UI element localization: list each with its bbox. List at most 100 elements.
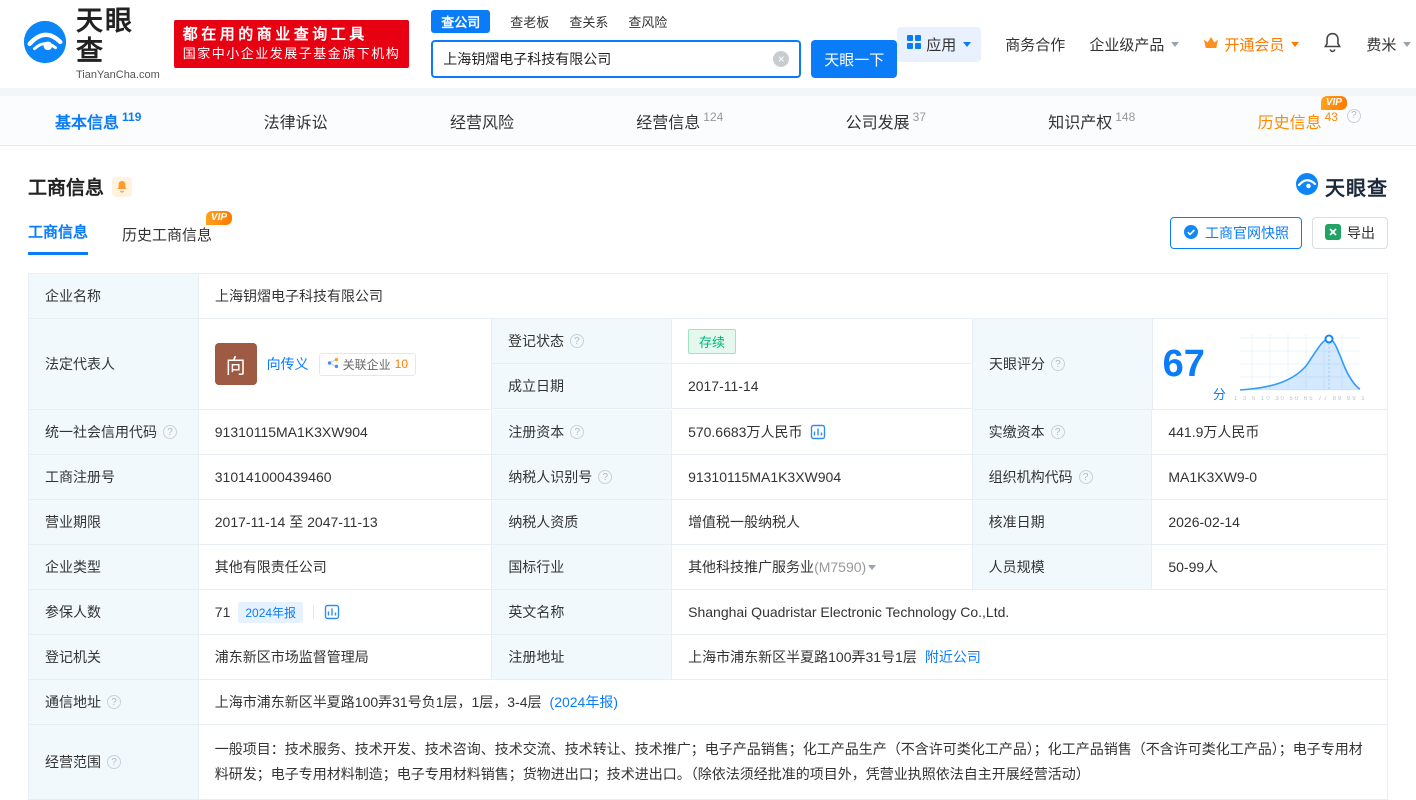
clear-search-icon[interactable] bbox=[773, 51, 789, 67]
help-icon[interactable] bbox=[570, 425, 584, 439]
tab-basic-info[interactable]: 基本信息 119 bbox=[55, 105, 141, 137]
company-name-label: 企业名称 bbox=[29, 274, 199, 319]
capital-trend-icon[interactable] bbox=[810, 424, 826, 440]
score-chart-ticks: 1 3 5 10 30 50 65 77 89 99 100 bbox=[1234, 396, 1366, 402]
reg-capital-label: 注册资本 bbox=[492, 410, 672, 455]
help-icon[interactable] bbox=[1051, 357, 1065, 371]
tab-intellectual-property[interactable]: 知识产权 148 bbox=[1048, 105, 1135, 137]
help-icon[interactable] bbox=[107, 755, 121, 769]
annual-report-badge[interactable]: 2024年报 bbox=[238, 602, 303, 623]
table-row: 工商注册号 310141000439460 纳税人识别号 91310115MA1… bbox=[29, 455, 1387, 500]
reg-capital-value: 570.6683万人民币 bbox=[672, 410, 973, 455]
reg-status-label: 登记状态 bbox=[492, 319, 672, 364]
legal-rep-label: 法定代表人 bbox=[29, 319, 199, 410]
org-code-value: MA1K3XW9-0 bbox=[1152, 455, 1387, 500]
chevron-down-icon[interactable] bbox=[868, 565, 876, 570]
search-box[interactable] bbox=[431, 40, 801, 78]
table-row: 参保人数 71 2024年报 英文名称 Shanghai Quadristar … bbox=[29, 590, 1387, 635]
industry-value: 其他科技推广服务业 (M7590) bbox=[672, 545, 973, 590]
english-name-value: Shanghai Quadristar Electronic Technolog… bbox=[672, 590, 1387, 635]
chevron-down-icon bbox=[1291, 42, 1299, 47]
business-scope-value: 一般项目：技术服务、技术开发、技术咨询、技术交流、技术转让、技术推广；电子产品销… bbox=[199, 725, 1387, 800]
chevron-down-icon bbox=[963, 42, 971, 47]
notification-bell[interactable] bbox=[1323, 32, 1342, 57]
top-header: 天眼查 TianYanCha.com 都在用的商业查询工具 国家中小企业发展子基… bbox=[0, 0, 1416, 88]
establish-date-label: 成立日期 bbox=[492, 364, 672, 409]
insured-count-value: 71 2024年报 bbox=[199, 590, 493, 635]
page-divider bbox=[0, 88, 1416, 96]
search-tab-relation[interactable]: 查关系 bbox=[569, 10, 608, 33]
uscc-label: 统一社会信用代码 bbox=[29, 410, 199, 455]
business-term-label: 营业期限 bbox=[29, 500, 199, 545]
vip-badge: VIP bbox=[1321, 96, 1347, 110]
search-button[interactable]: 天眼一下 bbox=[811, 40, 897, 78]
legal-rep-avatar[interactable]: 向 bbox=[215, 343, 257, 385]
staff-size-label: 人员规模 bbox=[973, 545, 1153, 590]
menu-user[interactable]: 费米 bbox=[1366, 34, 1411, 55]
search-block: 查公司 查老板 查关系 查风险 天眼一下 bbox=[431, 10, 897, 78]
help-icon[interactable] bbox=[1079, 470, 1093, 484]
table-row: 企业名称 上海钥熠电子科技有限公司 bbox=[29, 274, 1387, 319]
approve-date-label: 核准日期 bbox=[973, 500, 1153, 545]
tab-history-info[interactable]: VIP 历史信息 43 bbox=[1258, 105, 1361, 137]
help-icon[interactable] bbox=[163, 425, 177, 439]
table-row: 企业类型 其他有限责任公司 国标行业 其他科技推广服务业 (M7590) 人员规… bbox=[29, 545, 1387, 590]
industry-label: 国标行业 bbox=[492, 545, 672, 590]
menu-cooperation[interactable]: 商务合作 bbox=[1005, 34, 1065, 55]
score-number: 67 bbox=[1163, 345, 1205, 383]
table-row: 登记机关 浦东新区市场监督管理局 注册地址 上海市浦东新区半夏路100弄31号1… bbox=[29, 635, 1387, 680]
legal-rep-link[interactable]: 向传义 bbox=[267, 354, 309, 374]
table-row: 经营范围 一般项目：技术服务、技术开发、技术咨询、技术交流、技术转让、技术推广；… bbox=[29, 725, 1387, 800]
business-scope-label: 经营范围 bbox=[29, 725, 199, 800]
status-badge: 存续 bbox=[688, 329, 736, 354]
help-icon[interactable] bbox=[598, 470, 612, 484]
subtab-business-info[interactable]: 工商信息 bbox=[28, 221, 88, 255]
help-icon[interactable] bbox=[570, 334, 584, 348]
reg-number-label: 工商注册号 bbox=[29, 455, 199, 500]
brand-domain: TianYanCha.com bbox=[76, 69, 160, 81]
comm-address-value: 上海市浦东新区半夏路100弄31号负1层，1层，3-4层 (2024年报) bbox=[199, 680, 1387, 725]
brand-slogan: 都在用的商业查询工具 国家中小企业发展子基金旗下机构 bbox=[174, 20, 410, 68]
tab-operating-risk[interactable]: 经营风险 bbox=[450, 105, 514, 137]
help-icon[interactable] bbox=[1347, 109, 1361, 123]
export-button[interactable]: 导出 bbox=[1312, 217, 1388, 249]
related-companies-badge[interactable]: 关联企业 10 bbox=[319, 353, 416, 376]
section-title: 工商信息 bbox=[28, 173, 104, 200]
tab-company-development[interactable]: 公司发展 37 bbox=[846, 105, 926, 137]
nearby-companies-link[interactable]: 附近公司 bbox=[925, 647, 981, 667]
top-menu: 应用 商务合作 企业级产品 开通会员 费米 bbox=[897, 27, 1411, 62]
search-tab-risk[interactable]: 查风险 bbox=[628, 10, 667, 33]
help-icon[interactable] bbox=[1051, 425, 1065, 439]
annual-report-link[interactable]: (2024年报) bbox=[550, 692, 618, 712]
score-label: 天眼评分 bbox=[973, 319, 1153, 410]
reg-address-value: 上海市浦东新区半夏路100弄31号1层 附近公司 bbox=[672, 635, 1387, 680]
tab-legal-litigation[interactable]: 法律诉讼 bbox=[264, 105, 328, 137]
slogan-line1: 都在用的商业查询工具 bbox=[183, 25, 401, 45]
menu-apps[interactable]: 应用 bbox=[897, 27, 981, 62]
search-input[interactable] bbox=[443, 51, 773, 67]
comm-address-label: 通信地址 bbox=[29, 680, 199, 725]
legal-rep-value: 向 向传义 关联企业 10 bbox=[199, 319, 492, 410]
search-tab-boss[interactable]: 查老板 bbox=[510, 10, 549, 33]
help-icon[interactable] bbox=[107, 695, 121, 709]
tianyancha-logo[interactable]: 天眼查 TianYanCha.com bbox=[22, 7, 160, 80]
business-term-value: 2017-11-14 至 2047-11-13 bbox=[199, 500, 493, 545]
business-info-table: 企业名称 上海钥熠电子科技有限公司 法定代表人 向 向传义 关联企业 10 bbox=[28, 273, 1388, 800]
score-value: 67 分 1 3 5 10 30 50 65 77 89 99 100 bbox=[1153, 319, 1387, 410]
menu-open-vip[interactable]: 开通会员 bbox=[1203, 34, 1299, 55]
reg-number-value: 310141000439460 bbox=[199, 455, 493, 500]
english-name-label: 英文名称 bbox=[492, 590, 672, 635]
excel-icon bbox=[1325, 224, 1341, 243]
tianyancha-logo-icon bbox=[22, 19, 68, 70]
company-type-value: 其他有限责任公司 bbox=[199, 545, 493, 590]
table-row: 法定代表人 向 向传义 关联企业 10 登记状态 bbox=[29, 319, 1387, 410]
reg-address-label: 注册地址 bbox=[492, 635, 672, 680]
subtab-history-business-info[interactable]: 历史工商信息 VIP bbox=[122, 224, 212, 255]
subscribe-bell-icon[interactable] bbox=[112, 177, 132, 197]
snapshot-icon bbox=[1183, 224, 1199, 243]
insured-trend-icon[interactable] bbox=[324, 604, 340, 620]
search-tab-company[interactable]: 查公司 bbox=[431, 10, 490, 33]
official-snapshot-button[interactable]: 工商官网快照 bbox=[1170, 217, 1302, 249]
tab-operating-info[interactable]: 经营信息 124 bbox=[636, 105, 723, 137]
menu-enterprise-products[interactable]: 企业级产品 bbox=[1089, 34, 1179, 55]
